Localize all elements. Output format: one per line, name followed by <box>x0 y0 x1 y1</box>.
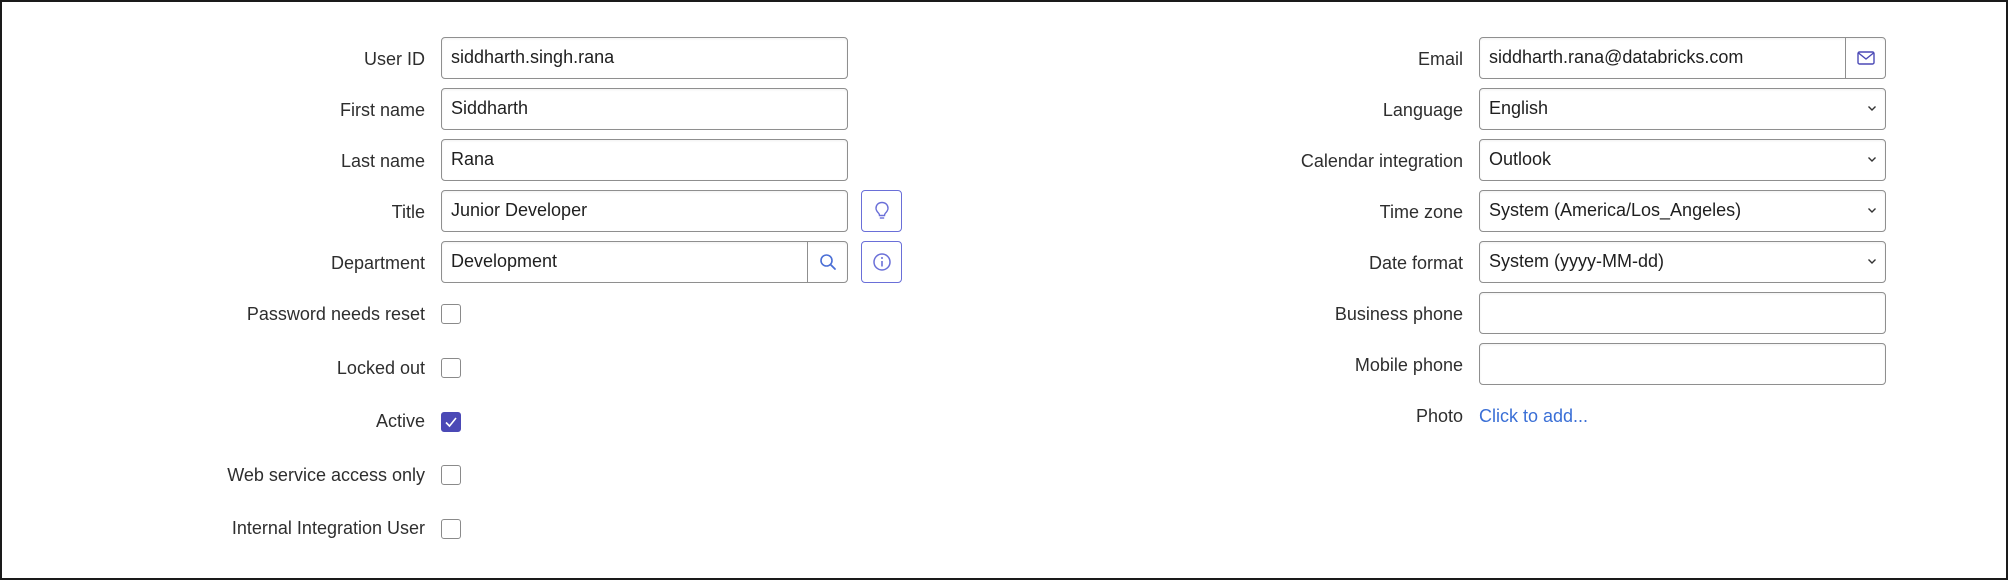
locked-out-checkbox[interactable] <box>441 358 461 378</box>
lightbulb-icon <box>874 201 889 219</box>
time-zone-select[interactable]: System (America/Los_Angeles) <box>1479 190 1886 232</box>
user-id-field[interactable]: siddharth.singh.rana <box>441 37 848 79</box>
email-value: siddharth.rana@databricks.com <box>1489 47 1744 67</box>
last-name-label: Last name <box>340 151 425 171</box>
mobile-phone-field[interactable] <box>1479 343 1886 385</box>
search-icon <box>819 254 836 270</box>
chevron-down-icon <box>1868 259 1876 264</box>
title-field[interactable]: Junior Developer <box>441 190 848 232</box>
language-value: English <box>1489 98 1549 118</box>
internal-integration-user-checkbox[interactable] <box>441 519 461 539</box>
mobile-phone-label: Mobile phone <box>1354 355 1463 375</box>
email-field[interactable]: siddharth.rana@databricks.com <box>1479 37 1886 79</box>
photo-label: Photo <box>1415 406 1463 426</box>
department-lookup-button[interactable] <box>807 242 847 282</box>
date-format-select[interactable]: System (yyyy-MM-dd) <box>1479 241 1886 283</box>
web-service-access-only-label: Web service access only <box>227 465 425 485</box>
title-suggestion-button[interactable] <box>861 190 902 232</box>
calendar-integration-label: Calendar integration <box>1300 151 1463 171</box>
form-panel: User ID siddharth.singh.rana First name … <box>0 0 2008 580</box>
chevron-down-icon <box>1868 208 1876 213</box>
first-name-field[interactable]: Siddharth <box>441 88 848 130</box>
business-phone-field[interactable] <box>1479 292 1886 334</box>
locked-out-label: Locked out <box>336 358 425 378</box>
department-info-button[interactable] <box>861 241 902 283</box>
checkmark-icon <box>445 417 457 428</box>
department-value: Development <box>451 251 558 271</box>
time-zone-label: Time zone <box>1379 202 1463 222</box>
date-format-value: System (yyyy-MM-dd) <box>1489 251 1664 271</box>
language-select[interactable]: English <box>1479 88 1886 130</box>
info-icon <box>872 253 891 271</box>
business-phone-label: Business phone <box>1334 304 1463 324</box>
password-needs-reset-checkbox[interactable] <box>441 304 461 324</box>
internal-integration-user-label: Internal Integration User <box>231 518 425 538</box>
time-zone-value: System (America/Los_Angeles) <box>1489 200 1742 220</box>
date-format-label: Date format <box>1368 253 1463 273</box>
mail-icon <box>1856 51 1875 65</box>
calendar-integration-value: Outlook <box>1489 149 1552 169</box>
calendar-integration-select[interactable]: Outlook <box>1479 139 1886 181</box>
first-name-label: First name <box>339 100 425 120</box>
chevron-down-icon <box>1868 106 1876 111</box>
active-label: Active <box>375 411 425 431</box>
web-service-access-only-checkbox[interactable] <box>441 465 461 485</box>
password-needs-reset-label: Password needs reset <box>246 304 425 324</box>
photo-add-link[interactable]: Click to add... <box>1479 405 1588 427</box>
chevron-down-icon <box>1868 157 1876 162</box>
language-label: Language <box>1382 100 1463 120</box>
department-label: Department <box>330 253 425 273</box>
department-field[interactable]: Development <box>441 241 848 283</box>
user-id-label: User ID <box>363 49 425 69</box>
title-label: Title <box>391 202 425 222</box>
last-name-field[interactable]: Rana <box>441 139 848 181</box>
email-label: Email <box>1417 49 1463 69</box>
active-checkbox[interactable] <box>441 412 461 432</box>
send-email-button[interactable] <box>1845 38 1885 78</box>
